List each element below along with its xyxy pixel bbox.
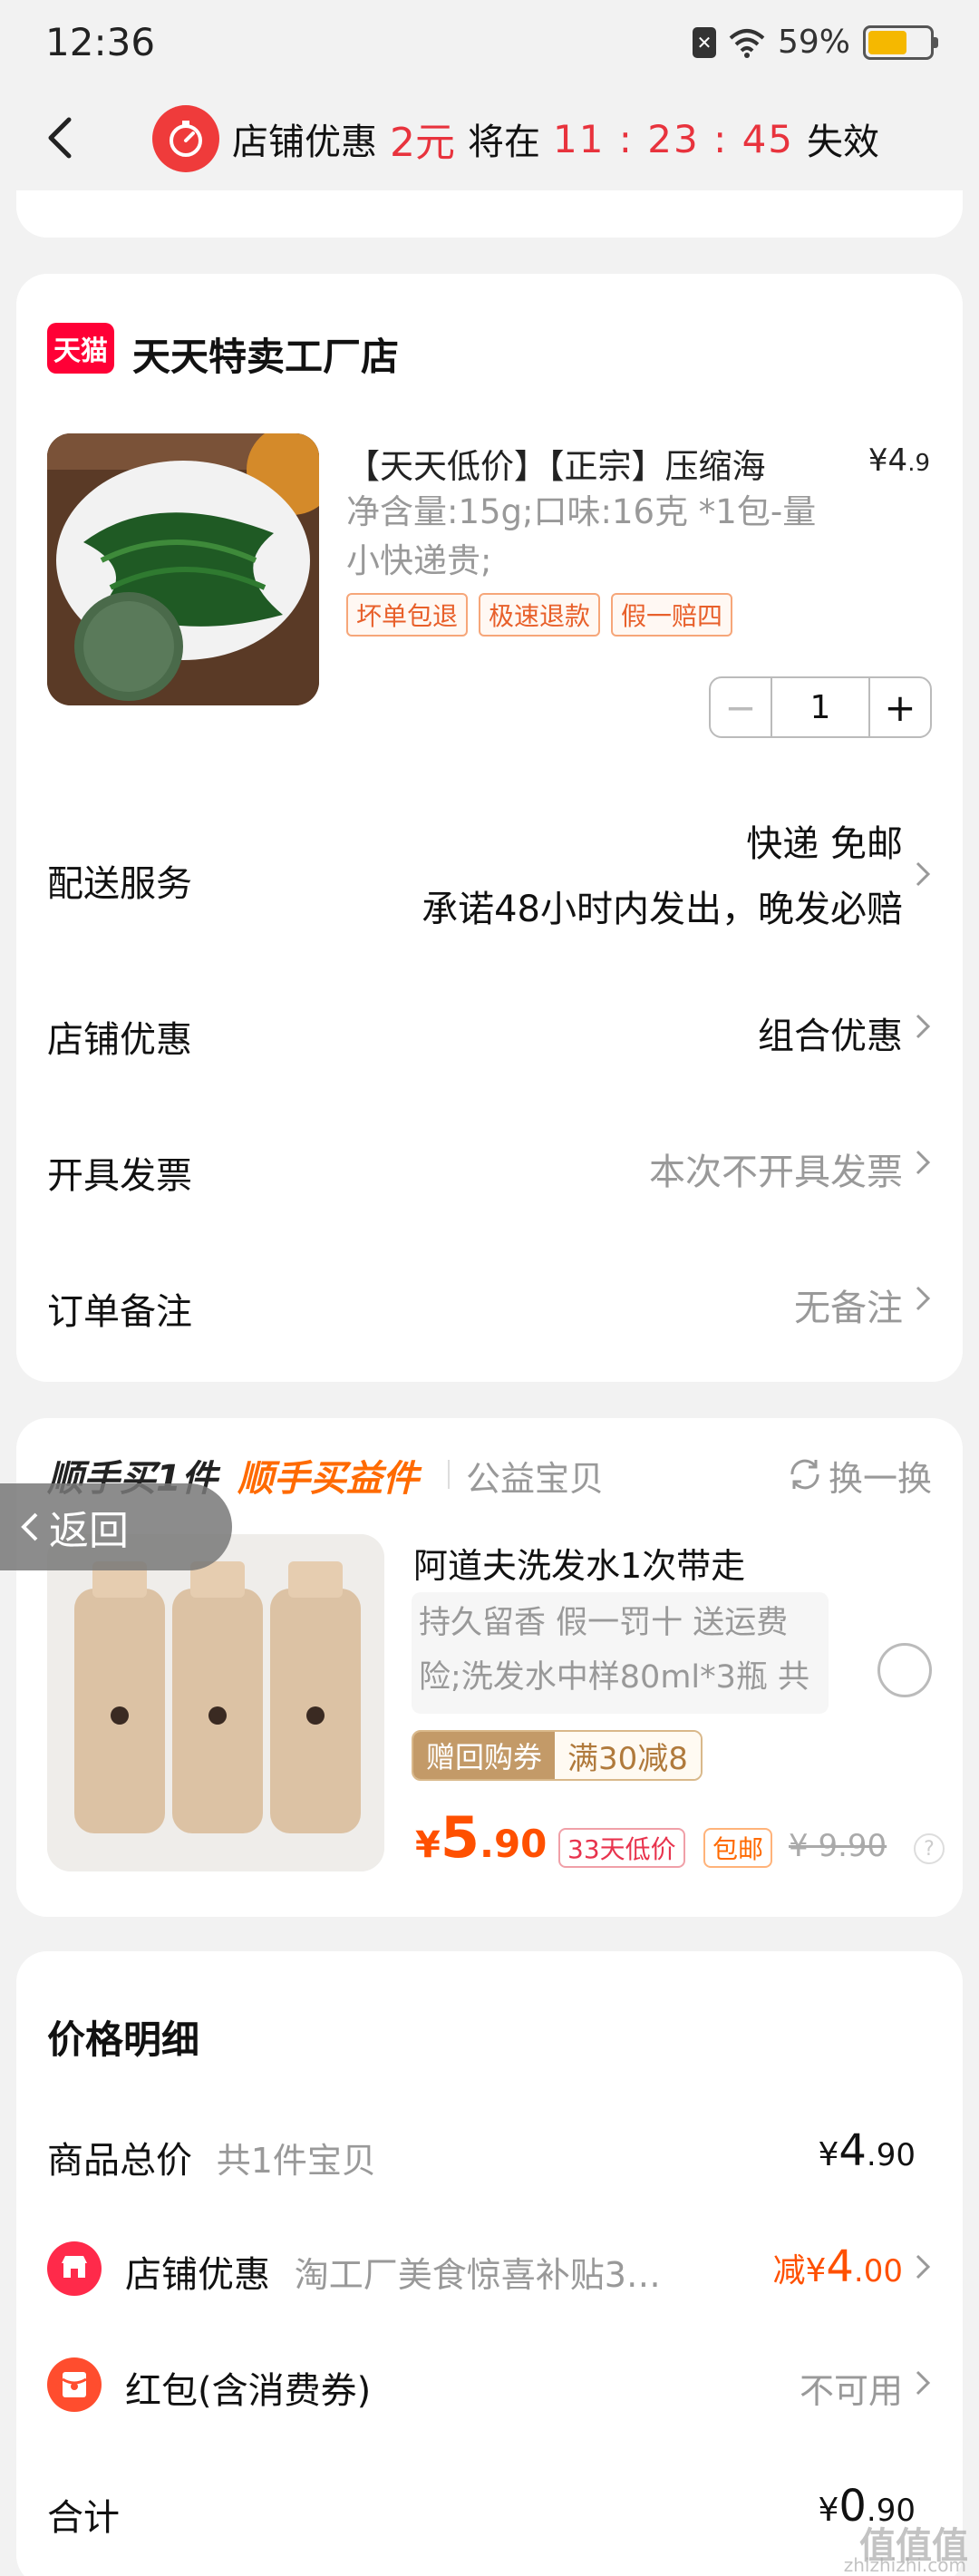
chevron-right-icon[interactable] bbox=[912, 856, 935, 892]
promo-prefix: 店铺优惠 bbox=[232, 122, 377, 163]
delivery-label: 配送服务 bbox=[47, 863, 192, 905]
stopwatch-icon bbox=[152, 105, 219, 172]
chevron-right-icon[interactable] bbox=[912, 2365, 935, 2401]
return-label: 返回 bbox=[49, 1508, 129, 1554]
currency-symbol: ¥ bbox=[415, 1824, 441, 1866]
tab-side-buy-charity[interactable]: 顺手买益件 bbox=[237, 1449, 419, 1502]
previous-card-bottom bbox=[16, 190, 963, 238]
red-packet-value[interactable]: 不可用 bbox=[800, 2363, 903, 2413]
price-detail-card: 价格明细 商品总价 共1件宝贝 ¥4.90 店铺优惠 淘工厂美食惊喜补贴3… 减… bbox=[16, 1951, 963, 2576]
shop-icon bbox=[47, 2241, 102, 2296]
tag-fast-refund: 极速退款 bbox=[479, 593, 601, 637]
status-icons: ✕ 59% bbox=[692, 24, 938, 61]
total-label: 合计 bbox=[47, 2497, 120, 2539]
sim-off-icon: ✕ bbox=[692, 26, 716, 58]
nav-bar: 店铺优惠 2元 将在 11 : 23 : 45 失效 bbox=[0, 91, 979, 190]
status-bar: 12:36 ✕ 59% bbox=[0, 0, 979, 91]
low-price-badge: 33天低价 bbox=[558, 1828, 685, 1868]
invoice-value[interactable]: 本次不开具发票 bbox=[649, 1142, 903, 1195]
tab-charity-item[interactable]: 公益宝贝 bbox=[466, 1451, 604, 1501]
goods-count: 共1件宝贝 bbox=[216, 2141, 376, 2181]
red-packet-label: 红包(含消费券) bbox=[125, 2370, 372, 2412]
delivery-value-2[interactable]: 承诺48小时内发出，晚发必赔 bbox=[422, 880, 903, 932]
shop-discount-value[interactable]: 组合优惠 bbox=[758, 1006, 903, 1059]
swap-button[interactable]: 换一换 bbox=[829, 1451, 932, 1501]
back-arrow-icon[interactable] bbox=[34, 111, 89, 165]
goods-total-text: 商品总价 bbox=[47, 2140, 192, 2182]
quantity-stepper: − 1 + bbox=[709, 676, 932, 738]
wifi-icon bbox=[729, 28, 765, 58]
shampoo-product-image[interactable] bbox=[47, 1534, 384, 1871]
promo-mid: 将在 bbox=[468, 122, 540, 163]
free-shipping-badge: 包邮 bbox=[703, 1828, 773, 1868]
price-int: 4 bbox=[887, 442, 908, 479]
tmall-logo: 天猫 bbox=[47, 323, 114, 374]
currency-symbol: ¥ bbox=[805, 2252, 827, 2289]
side-item-select-radio[interactable] bbox=[877, 1643, 932, 1697]
delivery-value-1[interactable]: 快递 免邮 bbox=[746, 814, 903, 867]
price-dec: .9 bbox=[907, 450, 930, 477]
currency-symbol: ¥ bbox=[818, 2492, 839, 2529]
spec-line-2: 小快递贵; bbox=[346, 541, 492, 580]
chevron-left-icon bbox=[21, 1512, 38, 1541]
watermark-url: zhizhizhi.com bbox=[843, 2554, 966, 2576]
tag-bad-refund: 坏单包退 bbox=[346, 593, 469, 637]
chevron-right-icon[interactable] bbox=[912, 2249, 935, 2285]
side-item-price: ¥5.90 bbox=[415, 1804, 547, 1871]
refresh-icon[interactable] bbox=[785, 1454, 825, 1494]
price-dec: .90 bbox=[479, 1822, 548, 1866]
shop-discount-text: 店铺优惠 bbox=[125, 2254, 270, 2296]
tag-fake-compensate: 假一赔四 bbox=[611, 593, 733, 637]
side-item-desc: 持久留香 假一罚十 送运费险;洗发水中样80ml*3瓶 共 bbox=[412, 1592, 829, 1714]
spec-line-1: 净含量:15g;口味:16克 *1包-量 bbox=[346, 492, 817, 531]
shop-discount-desc: 淘工厂美食惊喜补贴3… bbox=[294, 2255, 661, 2295]
order-card: 天猫 天天特卖工厂店 【天天低价】【正宗】压缩海 ¥4.9 净含量:15g;口味… bbox=[16, 274, 963, 1382]
promo-countdown: 店铺优惠 2元 将在 11 : 23 : 45 失效 bbox=[152, 98, 879, 180]
goods-total-label: 商品总价 共1件宝贝 bbox=[47, 2131, 376, 2183]
product-title[interactable]: 【天天低价】【正宗】压缩海 bbox=[346, 439, 854, 488]
original-price: ¥ 9.90 bbox=[789, 1828, 887, 1864]
service-tags: 坏单包退 极速退款 假一赔四 bbox=[346, 593, 733, 637]
status-time: 12:36 bbox=[45, 20, 156, 64]
invoice-label: 开具发票 bbox=[47, 1155, 192, 1197]
amount-int: 4 bbox=[838, 2125, 867, 2176]
product-price: ¥4.9 bbox=[868, 442, 930, 479]
order-note-label: 订单备注 bbox=[47, 1291, 192, 1333]
quantity-value[interactable]: 1 bbox=[772, 678, 868, 736]
promo-timer: 11 : 23 : 45 bbox=[553, 116, 795, 161]
product-image[interactable] bbox=[47, 433, 319, 705]
currency-symbol: ¥ bbox=[818, 2136, 839, 2173]
shop-discount-label: 店铺优惠 bbox=[47, 1019, 192, 1061]
promo-amount: 2元 bbox=[390, 120, 455, 166]
red-packet-icon bbox=[47, 2357, 102, 2412]
shop-name[interactable]: 天天特卖工厂店 bbox=[132, 326, 399, 382]
battery-percent: 59% bbox=[777, 24, 850, 61]
shop-discount-amount[interactable]: 减 ¥4.00 bbox=[772, 2241, 903, 2292]
price-int: 5 bbox=[440, 1804, 480, 1871]
return-button[interactable]: 返回 bbox=[0, 1483, 232, 1570]
product-spec[interactable]: 净含量:15g;口味:16克 *1包-量 小快递贵; bbox=[346, 488, 854, 586]
battery-icon bbox=[863, 24, 938, 60]
goods-total-amount: ¥4.90 bbox=[818, 2125, 916, 2176]
chevron-right-icon[interactable] bbox=[912, 1144, 935, 1181]
coupon-value: 满30减8 bbox=[555, 1732, 701, 1779]
currency-symbol: ¥ bbox=[868, 442, 888, 479]
help-icon[interactable]: ? bbox=[914, 1833, 945, 1864]
quantity-plus-button[interactable]: + bbox=[868, 678, 930, 736]
side-item-title[interactable]: 阿道夫洗发水1次带走 bbox=[413, 1538, 745, 1588]
chevron-right-icon[interactable] bbox=[912, 1280, 935, 1317]
shop-discount-row-label: 店铺优惠 淘工厂美食惊喜补贴3… bbox=[125, 2245, 661, 2298]
divider bbox=[448, 1460, 450, 1489]
promo-suffix: 失效 bbox=[807, 122, 880, 163]
amount-dec: .00 bbox=[853, 2253, 903, 2289]
chevron-right-icon[interactable] bbox=[912, 1008, 935, 1045]
discount-prefix: 减 bbox=[772, 2252, 806, 2289]
coupon-label: 赠回购券 bbox=[413, 1732, 556, 1779]
repurchase-coupon: 赠回购券 满30减8 bbox=[412, 1730, 703, 1781]
order-note-value[interactable]: 无备注 bbox=[794, 1278, 903, 1331]
amount-dec: .90 bbox=[866, 2137, 916, 2173]
amount-int: 4 bbox=[826, 2241, 854, 2292]
price-detail-title: 价格明细 bbox=[47, 2017, 200, 2062]
quantity-minus-button[interactable]: − bbox=[711, 678, 772, 736]
